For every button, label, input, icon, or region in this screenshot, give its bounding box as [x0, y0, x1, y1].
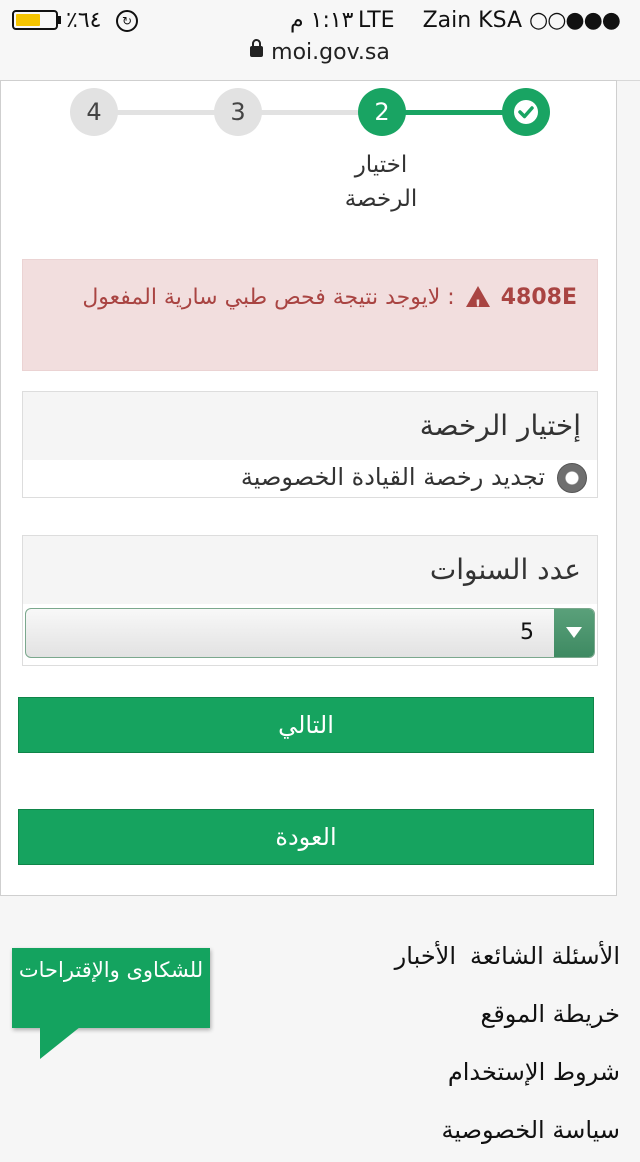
checkmark-icon [514, 100, 538, 124]
chevron-down-icon[interactable] [554, 609, 594, 657]
years-panel-title: عدد السنوات [23, 536, 597, 604]
step-4: 4 [70, 88, 118, 136]
active-step-label: اختيار الرخصة [344, 152, 418, 212]
carrier-info: LTE Zain KSA ○○●●● [358, 8, 626, 33]
footer-row-1: الأسئلة الشائعة الأخبار [395, 930, 620, 988]
license-option[interactable]: تجديد رخصة القيادة الخصوصية [23, 460, 597, 496]
battery-tip [58, 16, 61, 24]
step-1-complete [502, 88, 550, 136]
license-panel-title: إختيار الرخصة [23, 392, 597, 460]
url-text: moi.gov.sa [271, 40, 390, 65]
clock: ١:١٣ م [290, 8, 354, 33]
network-type: LTE [358, 8, 395, 33]
carrier-name: Zain KSA [422, 8, 523, 33]
sitemap-link[interactable]: خريطة الموقع [395, 988, 620, 1046]
status-bar: ٪٦٤ ↻ ١:١٣ م LTE Zain KSA ○○●●● moi.gov.… [0, 0, 640, 81]
years-select-value: 5 [520, 620, 534, 645]
step-2: 2 [358, 88, 406, 136]
footer-links: الأسئلة الشائعة الأخبار خريطة الموقع شروط… [395, 930, 620, 1162]
back-button[interactable]: العودة [18, 809, 594, 865]
warning-icon: ! [465, 285, 490, 314]
error-message: : لايوجد نتيجة فحص طبي سارية المفعول [82, 285, 455, 310]
speech-bubble-tail [40, 1027, 80, 1059]
status-row: ٪٦٤ ↻ ١:١٣ م LTE Zain KSA ○○●●● [0, 8, 640, 36]
complaints-button[interactable]: للشكاوى والإقتراحات [12, 948, 210, 1028]
license-radio[interactable] [557, 463, 587, 493]
battery-level [16, 14, 40, 26]
privacy-link[interactable]: سياسة الخصوصية [395, 1104, 620, 1162]
news-link[interactable]: الأخبار [395, 942, 456, 970]
license-panel: إختيار الرخصة تجديد رخصة القيادة الخصوصي… [22, 391, 598, 498]
terms-link[interactable]: شروط الإستخدام [395, 1046, 620, 1104]
rotation-lock-icon: ↻ [116, 10, 138, 32]
license-option-label: تجديد رخصة القيادة الخصوصية [240, 463, 545, 491]
error-alert: 4808E ! : لايوجد نتيجة فحص طبي سارية الم… [22, 259, 598, 371]
address-bar[interactable]: moi.gov.sa [0, 38, 640, 70]
years-panel: عدد السنوات 5 [22, 535, 598, 666]
faq-link[interactable]: الأسئلة الشائعة [470, 942, 620, 970]
next-button[interactable]: التالي [18, 697, 594, 753]
padlock-icon [250, 38, 264, 57]
step-3: 3 [214, 88, 262, 136]
battery-icon [12, 10, 58, 30]
battery-percent: ٪٦٤ [66, 8, 102, 33]
error-code: 4808E [500, 285, 577, 310]
years-select[interactable]: 5 [25, 608, 595, 658]
signal-strength-icon: ○○●●● [529, 8, 621, 33]
alert-text: 4808E ! : لايوجد نتيجة فحص طبي سارية الم… [57, 280, 577, 315]
